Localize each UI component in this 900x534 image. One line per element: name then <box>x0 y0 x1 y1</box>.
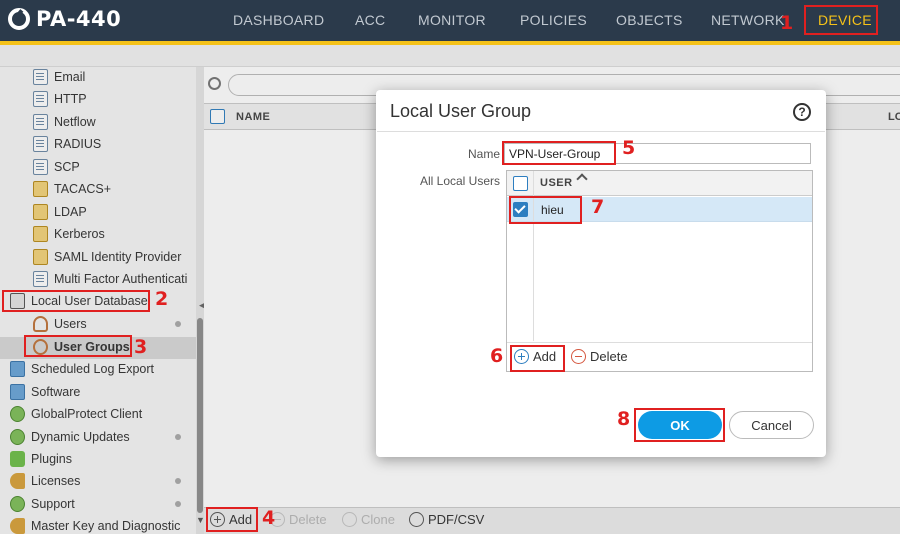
dialog-title: Local User Group <box>390 101 532 121</box>
annotation-box-user-groups <box>24 335 132 357</box>
annotation-number: 5 <box>622 137 636 159</box>
annotation-box-user-row <box>509 196 582 224</box>
annotation-box-add-user <box>510 345 565 372</box>
nav-tab-monitor[interactable]: MONITOR <box>418 12 486 28</box>
annotation-box-name <box>502 141 616 165</box>
annotation-box-ok <box>634 408 725 442</box>
name-label: Name <box>467 147 500 161</box>
annotation-number: 1 <box>780 12 794 34</box>
nav-tab-acc[interactable]: ACC <box>355 12 385 28</box>
delete-icon <box>571 349 586 364</box>
nav-tab-network[interactable]: NETWORK <box>711 12 785 28</box>
dialog-divider <box>377 131 825 132</box>
nav-tab-dashboard[interactable]: DASHBOARD <box>233 12 324 28</box>
nav-tab-objects[interactable]: OBJECTS <box>616 12 683 28</box>
annotation-number: 4 <box>262 507 276 529</box>
nav-tab-policies[interactable]: POLICIES <box>520 12 587 28</box>
annotation-box-local-user-database <box>2 290 150 312</box>
app-logo: PA-440 <box>8 7 121 31</box>
annotation-number: 2 <box>155 288 169 310</box>
delete-user-button-label: Delete <box>590 349 628 364</box>
cancel-button[interactable]: Cancel <box>729 411 814 439</box>
annotation-box-device <box>804 5 878 35</box>
annotation-box-add <box>206 507 258 532</box>
column-header-user[interactable]: USER <box>540 177 573 189</box>
help-icon[interactable]: ? <box>793 103 811 121</box>
logo-mark-icon <box>8 8 30 30</box>
users-select-all-checkbox[interactable] <box>513 176 528 191</box>
annotation-number: 7 <box>591 196 605 218</box>
delete-user-button[interactable]: Delete <box>571 349 628 364</box>
annotation-number: 8 <box>617 408 631 430</box>
app-logo-text: PA-440 <box>36 7 122 31</box>
annotation-number: 3 <box>134 336 148 358</box>
all-local-users-label: All Local Users <box>419 174 500 188</box>
annotation-number: 6 <box>490 345 504 367</box>
